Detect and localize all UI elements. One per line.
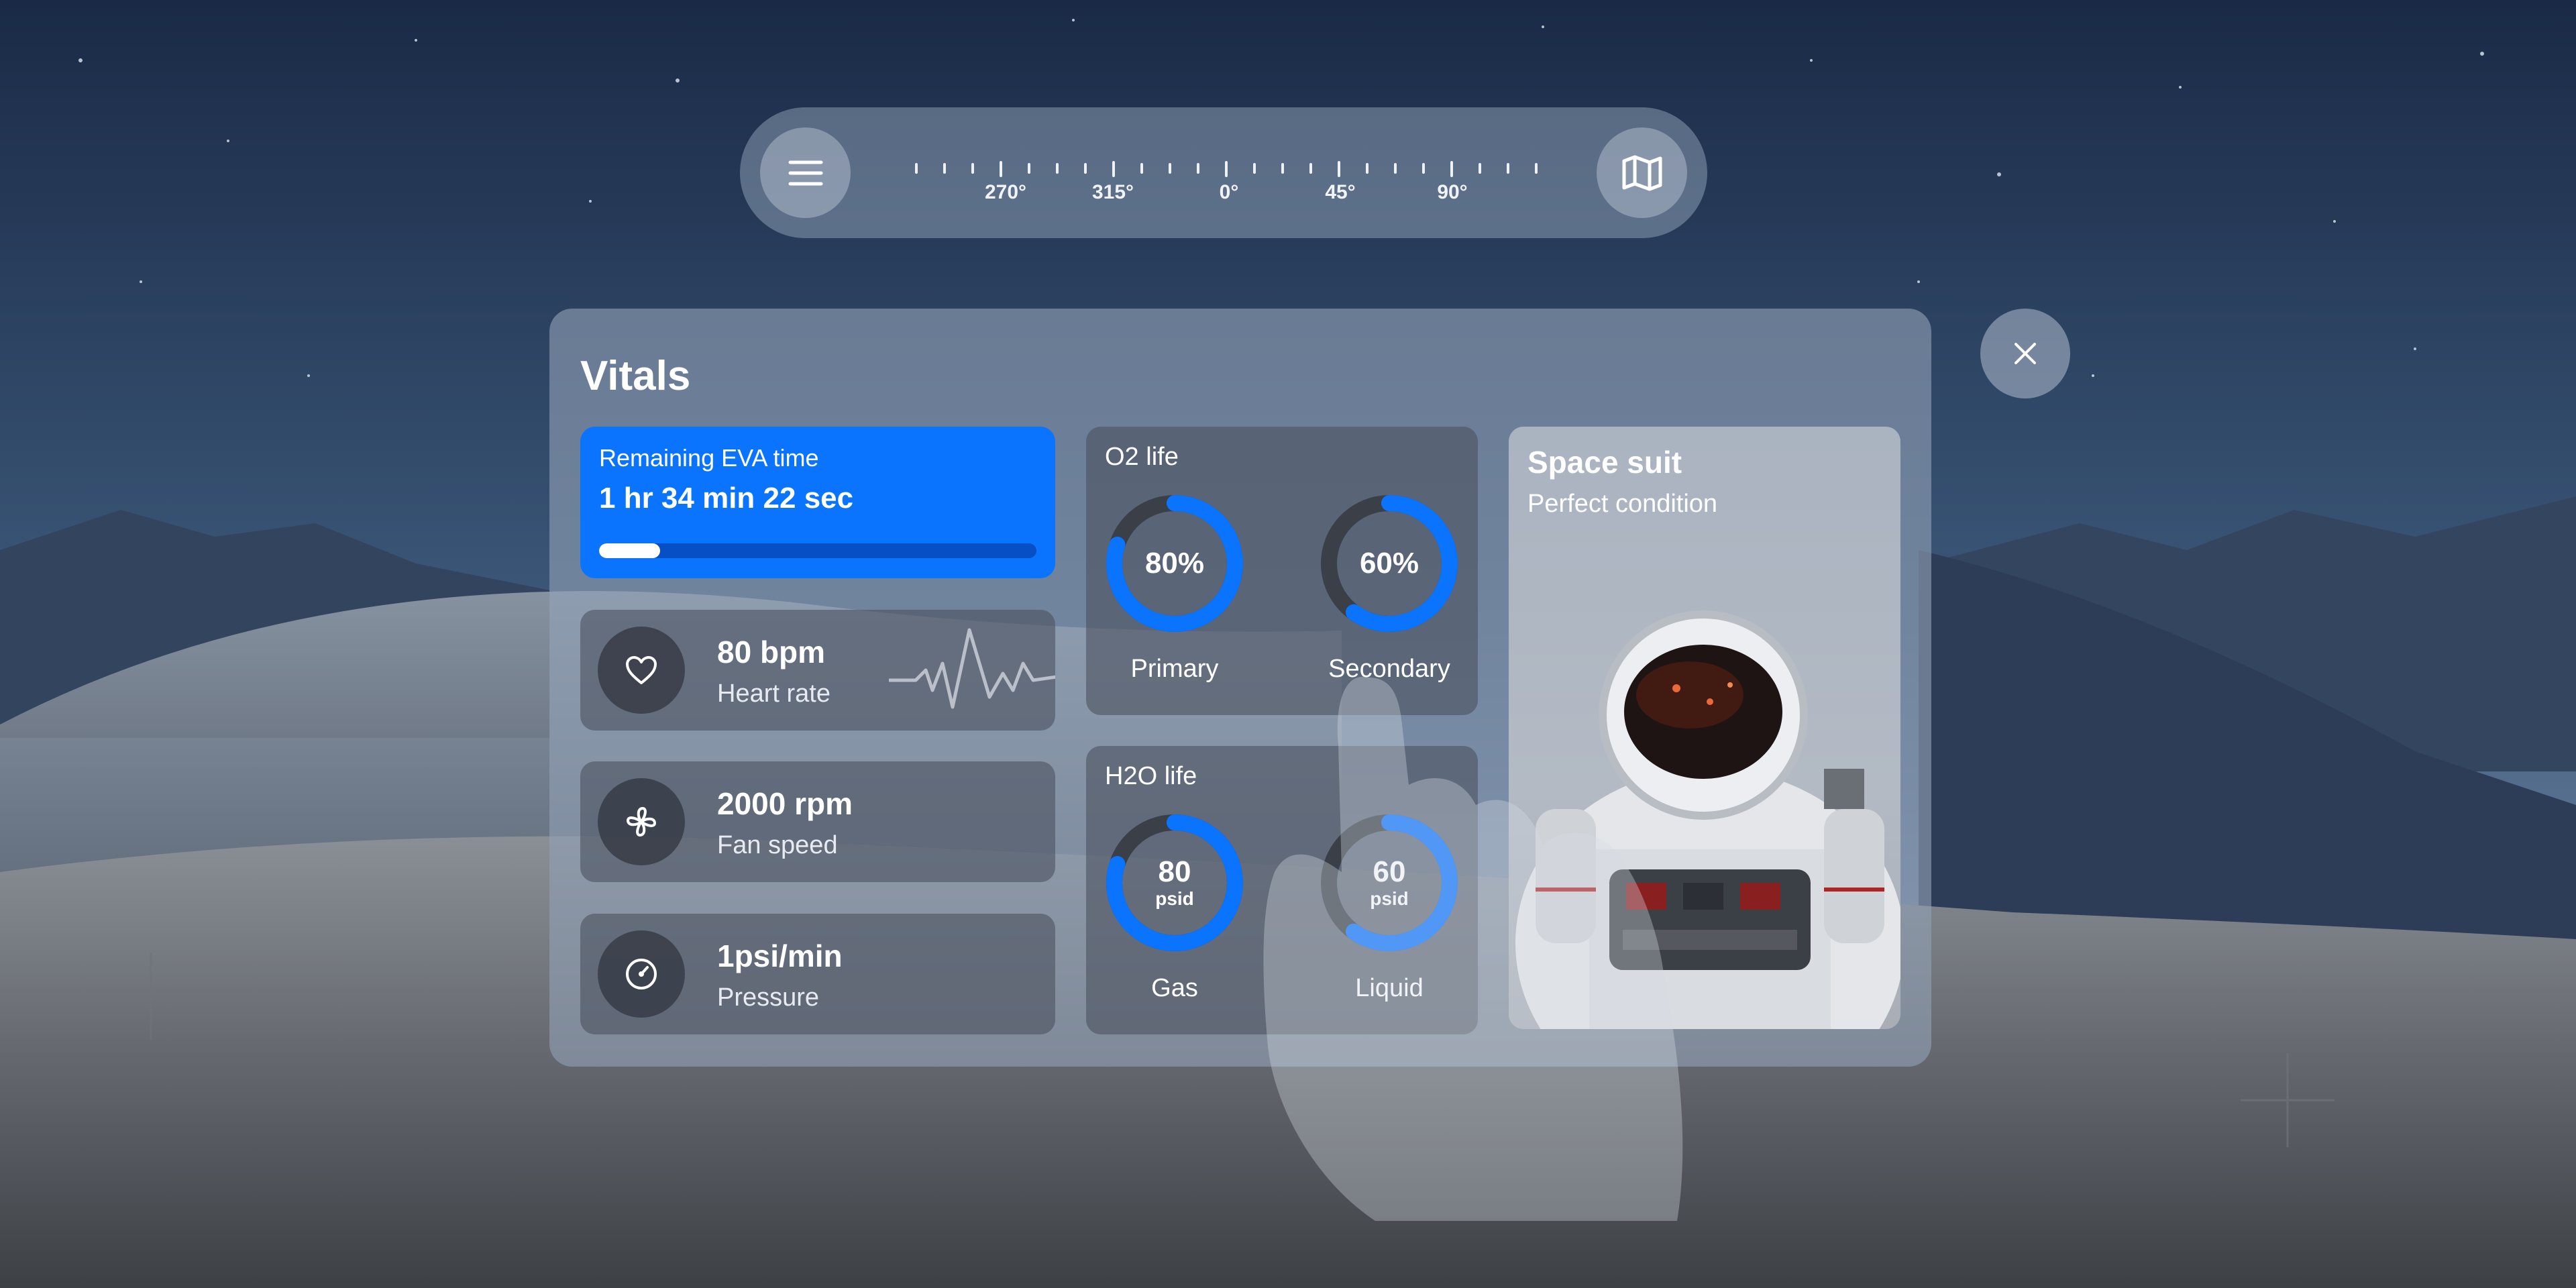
h2o-gas-gauge: 80 psid (1101, 809, 1248, 957)
o2-life-title: O2 life (1105, 443, 1179, 471)
map-button[interactable] (1597, 127, 1687, 218)
pressure-card[interactable]: 1psi/min Pressure (580, 914, 1055, 1034)
h2o-life-card[interactable]: H2O life 80 psid Gas 60 psid Liquid (1086, 746, 1478, 1034)
o2-primary-gauge: 80% (1101, 490, 1248, 637)
o2-secondary-caption: Secondary (1328, 655, 1450, 683)
fan-speed-card[interactable]: 2000 rpm Fan speed (580, 761, 1055, 882)
h2o-liquid-caption: Liquid (1355, 974, 1424, 1002)
gauge-center: 60% (1316, 490, 1463, 637)
map-icon (1622, 155, 1662, 191)
gauge-center: 80 psid (1101, 809, 1248, 957)
heart-rate-value: 80 bpm (717, 635, 826, 669)
fan-icon-badge (598, 778, 685, 865)
vitals-panel: Vitals Remaining EVA time 1 hr 34 min 22… (549, 309, 1931, 1067)
h2o-liquid-value: 60 (1373, 855, 1406, 888)
h2o-gas-caption: Gas (1151, 974, 1198, 1002)
fan-speed-value: 2000 rpm (717, 786, 853, 821)
hamburger-menu-icon (788, 160, 822, 185)
h2o-liquid-gauge: 60 psid (1316, 809, 1463, 957)
compass-label-270: 270° (984, 181, 1027, 203)
o2-life-card[interactable]: O2 life 80% Primary 60% Secondary (1086, 427, 1478, 715)
compass-label-315: 315° (1091, 181, 1134, 203)
space-suit-card[interactable]: Space suit Perfect condition (1509, 427, 1900, 1029)
h2o-gas-value: 80 (1158, 855, 1191, 888)
compass-scale (915, 161, 1538, 177)
pressure-label: Pressure (717, 983, 820, 1012)
compass-label-45: 45° (1325, 181, 1356, 203)
eva-time-value: 1 hr 34 min 22 sec (599, 482, 854, 515)
h2o-gas-unit: psid (1155, 888, 1194, 909)
heart-rate-card[interactable]: 80 bpm Heart rate (580, 610, 1055, 731)
o2-primary-caption: Primary (1130, 655, 1219, 683)
heart-icon-badge (598, 627, 685, 714)
eva-time-card[interactable]: Remaining EVA time 1 hr 34 min 22 sec (580, 427, 1055, 578)
o2-secondary-gauge: 60% (1316, 490, 1463, 637)
eva-progress-fill (599, 543, 661, 558)
space-suit-title: Space suit (1527, 445, 1682, 480)
menu-button[interactable] (760, 127, 851, 218)
astronaut-illustration (1515, 610, 1900, 1029)
heart-rate-label: Heart rate (717, 680, 830, 708)
gauge-icon-badge (598, 930, 685, 1018)
o2-primary-value: 80% (1144, 547, 1205, 580)
heartbeat-waveform (889, 628, 1055, 709)
gauge-icon (626, 959, 657, 989)
gauge-center: 80% (1101, 490, 1248, 637)
space-suit-status: Perfect condition (1527, 490, 1718, 518)
compass-bar: 270° 315° 0° 45° 90° (740, 107, 1707, 238)
h2o-liquid-unit: psid (1370, 888, 1409, 909)
compass-label-90: 90° (1437, 181, 1468, 203)
close-icon (2015, 343, 2036, 364)
panel-title: Vitals (580, 353, 691, 399)
eva-label: Remaining EVA time (599, 444, 819, 472)
heart-icon (626, 656, 657, 684)
fan-speed-label: Fan speed (717, 831, 838, 859)
close-button[interactable] (1980, 309, 2070, 398)
gauge-center: 60 psid (1316, 809, 1463, 957)
pressure-value: 1psi/min (717, 938, 843, 973)
fan-icon (627, 807, 656, 837)
h2o-life-title: H2O life (1105, 762, 1197, 790)
compass-label-0: 0° (1219, 181, 1239, 203)
o2-secondary-value: 60% (1359, 547, 1419, 580)
eva-progress-bar (599, 543, 1036, 558)
